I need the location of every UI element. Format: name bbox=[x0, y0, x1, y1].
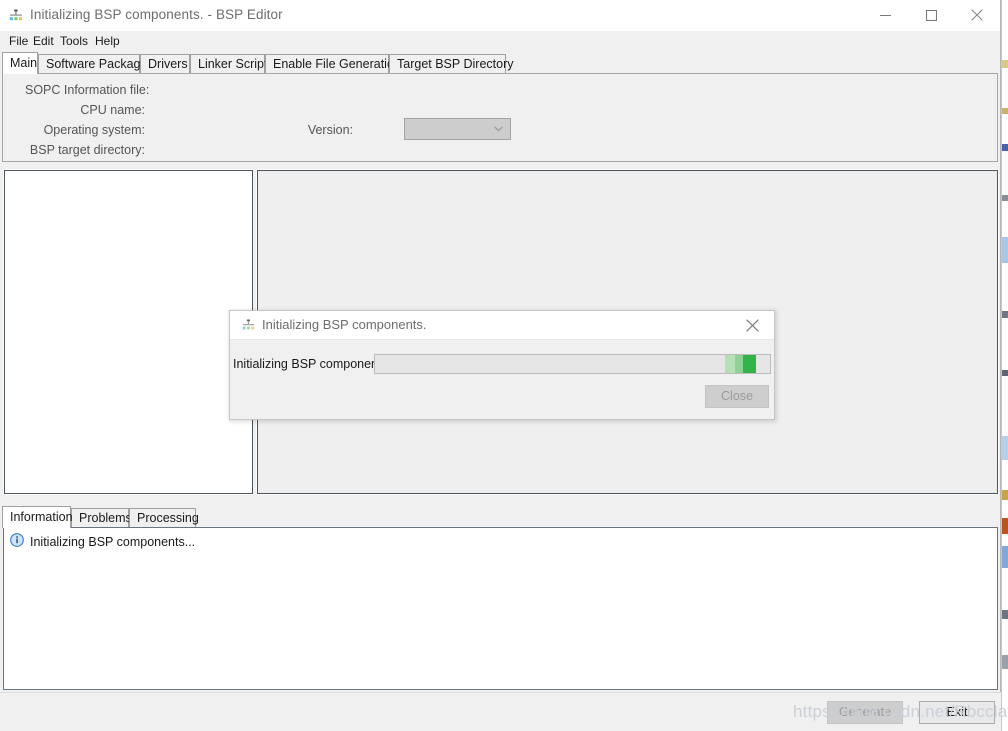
dialog-titlebar[interactable]: Initializing BSP components. bbox=[230, 311, 774, 340]
main-tabstrip: Main Software Packages Drivers Linker Sc… bbox=[2, 52, 997, 74]
tab-problems[interactable]: Problems bbox=[71, 508, 132, 527]
generate-button[interactable]: Generate bbox=[827, 701, 903, 724]
label-operating-system: Operating system: bbox=[43, 123, 145, 137]
nios-bsp-icon bbox=[8, 8, 24, 24]
initializing-bsp-dialog: Initializing BSP components. Initializin… bbox=[229, 310, 775, 420]
dialog-title: Initializing BSP components. bbox=[262, 317, 427, 332]
list-item[interactable]: Initializing BSP components... bbox=[10, 532, 196, 552]
chevron-down-icon bbox=[494, 126, 503, 132]
tab-software-packages[interactable]: Software Packages bbox=[38, 54, 154, 73]
footer-bar: Generate Exit bbox=[0, 692, 1001, 731]
information-list[interactable]: Initializing BSP components... bbox=[3, 527, 998, 690]
label-sopc-information-file: SOPC Information file: bbox=[25, 83, 150, 97]
minimize-button[interactable] bbox=[862, 0, 908, 30]
label-version: Version: bbox=[307, 123, 353, 137]
tab-target-bsp-directory[interactable]: Target BSP Directory bbox=[389, 54, 513, 73]
main-form-panel: SOPC Information file: CPU name: Operati… bbox=[2, 73, 998, 162]
nios-bsp-icon bbox=[241, 318, 256, 333]
bsp-editor-screen: Initializing BSP components. - BSP Edito… bbox=[0, 0, 1008, 731]
tab-drivers[interactable]: Drivers bbox=[140, 54, 190, 73]
progress-indeterminate-chunk bbox=[724, 355, 756, 373]
tab-information[interactable]: Information bbox=[2, 506, 73, 528]
info-icon bbox=[10, 532, 24, 552]
background-window-sliver[interactable] bbox=[1001, 0, 1008, 731]
progress-bar bbox=[374, 354, 771, 374]
maximize-icon bbox=[925, 9, 937, 21]
tab-processing[interactable]: Processing bbox=[129, 508, 199, 527]
dialog-close-button[interactable] bbox=[730, 311, 774, 339]
maximize-button[interactable] bbox=[908, 0, 954, 30]
close-icon bbox=[745, 318, 759, 332]
console-tabstrip: Information Problems Processing bbox=[2, 506, 997, 528]
window-titlebar[interactable]: Initializing BSP components. - BSP Edito… bbox=[0, 0, 1000, 31]
exit-button[interactable]: Exit bbox=[919, 701, 995, 724]
tab-linker-script[interactable]: Linker Script bbox=[190, 54, 267, 73]
menubar: File Edit Tools Help bbox=[0, 31, 1000, 52]
window-title: Initializing BSP components. - BSP Edito… bbox=[30, 7, 283, 22]
tab-enable-file-generation[interactable]: Enable File Generation bbox=[265, 54, 401, 73]
menu-item-help[interactable]: Help bbox=[89, 33, 126, 50]
bsp-component-tree-panel[interactable] bbox=[4, 170, 253, 494]
dialog-close-action-button[interactable]: Close bbox=[705, 385, 769, 408]
close-button[interactable] bbox=[954, 0, 1000, 30]
version-select[interactable] bbox=[404, 118, 511, 140]
tab-main[interactable]: Main bbox=[2, 52, 38, 74]
menu-item-tools[interactable]: Tools bbox=[54, 33, 94, 50]
information-message: Initializing BSP components... bbox=[30, 535, 196, 549]
dialog-message: Initializing BSP components. bbox=[233, 357, 392, 371]
label-cpu-name: CPU name: bbox=[80, 103, 145, 117]
label-bsp-target-directory: BSP target directory: bbox=[29, 143, 145, 157]
close-icon bbox=[971, 9, 983, 21]
minimize-icon bbox=[879, 14, 891, 16]
